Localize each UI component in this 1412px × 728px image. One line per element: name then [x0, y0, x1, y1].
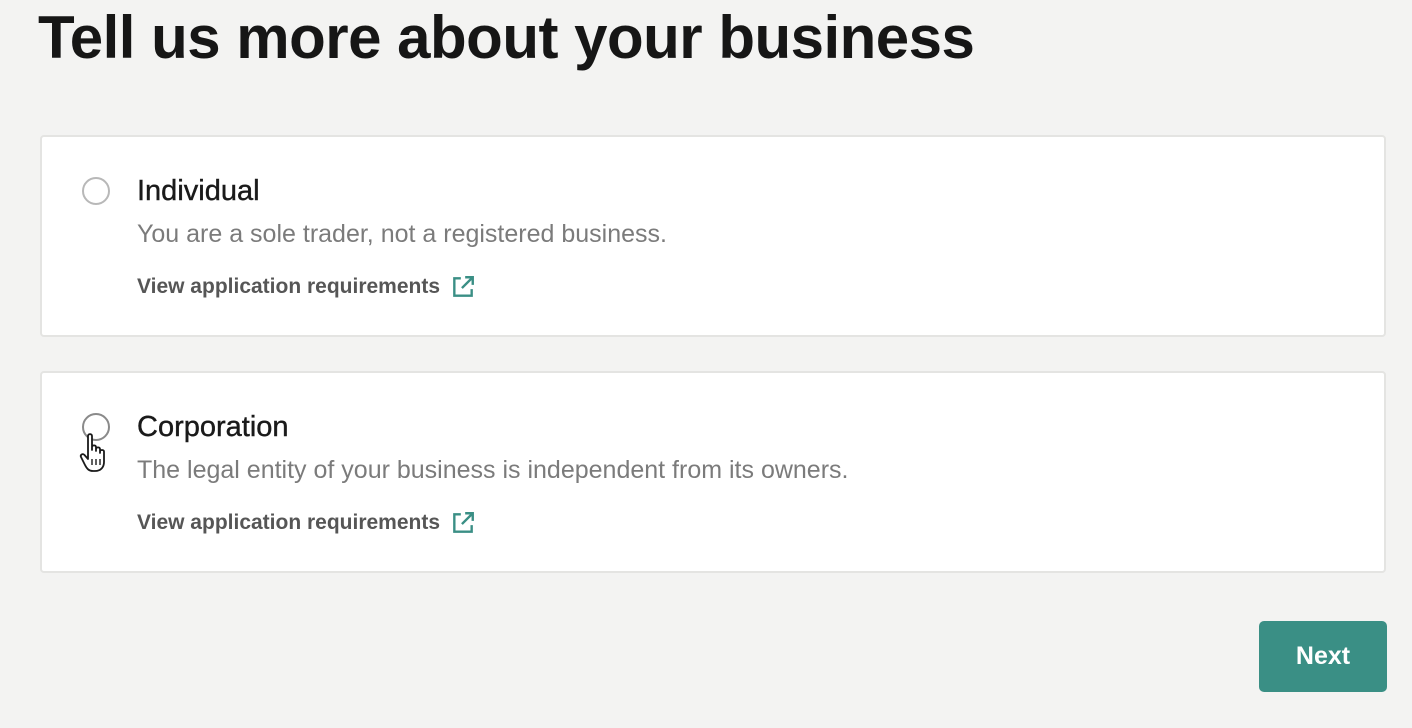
page-title: Tell us more about your business	[38, 4, 975, 71]
option-title-individual: Individual	[137, 175, 260, 207]
view-requirements-link-individual[interactable]: View application requirements	[137, 273, 476, 301]
view-requirements-label: View application requirements	[137, 511, 441, 534]
option-title-corporation: Corporation	[137, 411, 289, 443]
option-card-corporation[interactable]: Corporation The legal entity of your bus…	[40, 371, 1386, 573]
option-description-individual: You are a sole trader, not a registered …	[137, 220, 667, 248]
next-button[interactable]: Next	[1259, 621, 1387, 692]
external-link-icon	[453, 512, 474, 533]
view-requirements-link-corporation[interactable]: View application requirements	[137, 509, 476, 537]
view-requirements-label: View application requirements	[137, 275, 441, 298]
radio-individual[interactable]	[82, 177, 110, 205]
hand-pointer-icon	[79, 433, 105, 472]
option-card-individual[interactable]: Individual You are a sole trader, not a …	[40, 135, 1386, 337]
external-link-icon	[453, 276, 474, 297]
option-description-corporation: The legal entity of your business is ind…	[137, 456, 849, 484]
